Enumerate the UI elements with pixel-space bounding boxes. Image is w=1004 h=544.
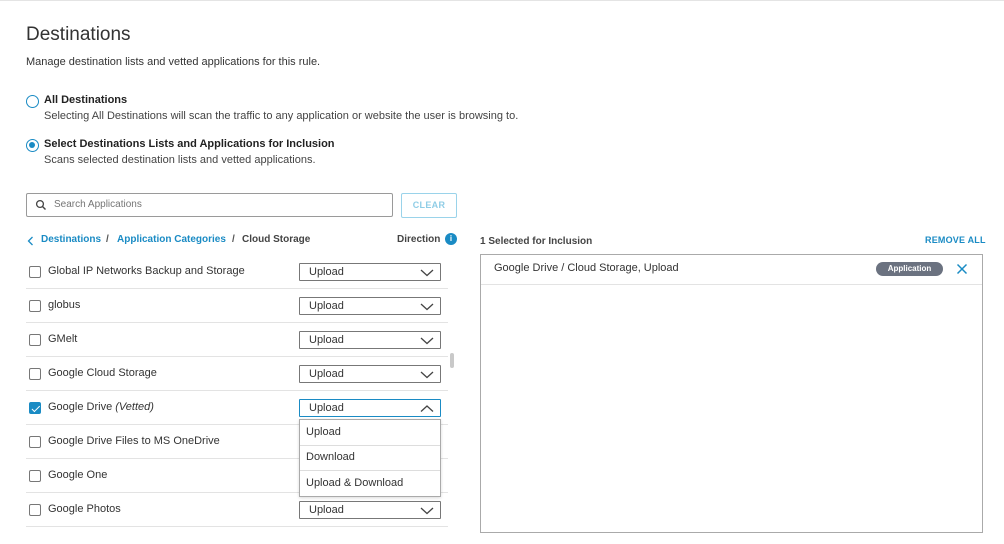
selected-count: 1 Selected for Inclusion [480,236,593,247]
radio-all-destinations[interactable] [26,95,39,108]
selected-item: Google Drive / Cloud Storage, Upload App… [481,255,982,285]
app-name-text: Google Drive [48,401,113,413]
direction-select[interactable]: Upload [299,331,441,349]
option-label: Select Destinations Lists and Applicatio… [44,138,335,150]
search-icon [35,199,46,210]
app-checkbox[interactable] [29,436,41,448]
breadcrumb-separator: / [232,234,235,245]
dropdown-option-upload[interactable]: Upload [300,420,440,446]
search-box[interactable] [26,193,393,217]
direction-value: Upload [309,266,344,278]
list-item: Google Photos Upload [26,493,448,527]
chevron-down-icon [420,371,434,379]
breadcrumb-separator: / [106,234,109,245]
selected-item-text: Google Drive / Cloud Storage, Upload [494,262,679,274]
info-icon[interactable]: i [445,233,457,245]
direction-select[interactable]: Upload [299,365,441,383]
radio-select-destinations[interactable] [26,139,39,152]
app-checkbox[interactable] [29,334,41,346]
dropdown-option-download[interactable]: Download [300,445,440,471]
selected-panel: Google Drive / Cloud Storage, Upload App… [480,254,983,533]
search-input[interactable] [54,194,384,216]
breadcrumb-destinations[interactable]: Destinations [41,234,101,245]
app-checkbox[interactable] [29,470,41,482]
app-checkbox[interactable] [29,266,41,278]
direction-select-open[interactable]: Upload [299,399,441,417]
option-description: Scans selected destination lists and vet… [44,154,316,166]
app-name: Google Photos [48,503,121,515]
page-title: Destinations [26,24,131,45]
direction-select[interactable]: Upload [299,297,441,315]
app-name: Google Drive (Vetted) [48,401,154,413]
chevron-down-icon [420,337,434,345]
direction-select[interactable]: Upload [299,501,441,519]
top-divider [0,0,1004,1]
direction-value: Upload [309,334,344,346]
close-icon[interactable] [956,263,968,275]
direction-header: Direction [397,234,441,245]
app-name: GMelt [48,333,78,345]
option-label: All Destinations [44,94,128,106]
remove-all-button[interactable]: REMOVE ALL [925,235,986,245]
chevron-down-icon [420,269,434,277]
application-badge: Application [876,262,943,276]
option-description: Selecting All Destinations will scan the… [44,110,519,122]
direction-value: Upload [309,402,344,414]
direction-value: Upload [309,504,344,516]
list-item: GMelt Upload [26,323,448,357]
direction-dropdown-menu: Upload Download Upload & Download [299,419,441,497]
direction-value: Upload [309,300,344,312]
app-name: globus [48,299,81,311]
clear-button[interactable]: CLEAR [401,193,457,218]
app-name: Global IP Networks Backup and Storage [48,265,245,277]
app-name: Google One [48,469,108,481]
vetted-label: (Vetted) [115,401,154,413]
breadcrumb-application-categories[interactable]: Application Categories [117,234,226,245]
chevron-down-icon [420,507,434,515]
breadcrumb-current: Cloud Storage [242,234,311,245]
chevron-up-icon [420,405,434,412]
page-subtitle: Manage destination lists and vetted appl… [26,56,321,68]
app-checkbox[interactable] [29,300,41,312]
dropdown-option-upload-download[interactable]: Upload & Download [300,471,440,497]
app-name: Google Cloud Storage [48,367,157,379]
chevron-down-icon [420,303,434,311]
list-item: globus Upload [26,289,448,323]
app-name: Google Drive Files to MS OneDrive [48,435,220,447]
list-scrollbar[interactable] [450,353,454,368]
direction-select[interactable]: Upload [299,263,441,281]
direction-value: Upload [309,368,344,380]
list-item: Global IP Networks Backup and Storage Up… [26,255,448,289]
chevron-left-icon[interactable] [26,236,35,246]
app-checkbox-checked[interactable] [29,402,41,414]
app-checkbox[interactable] [29,368,41,380]
app-checkbox[interactable] [29,504,41,516]
list-item: Google Cloud Storage Upload [26,357,448,391]
